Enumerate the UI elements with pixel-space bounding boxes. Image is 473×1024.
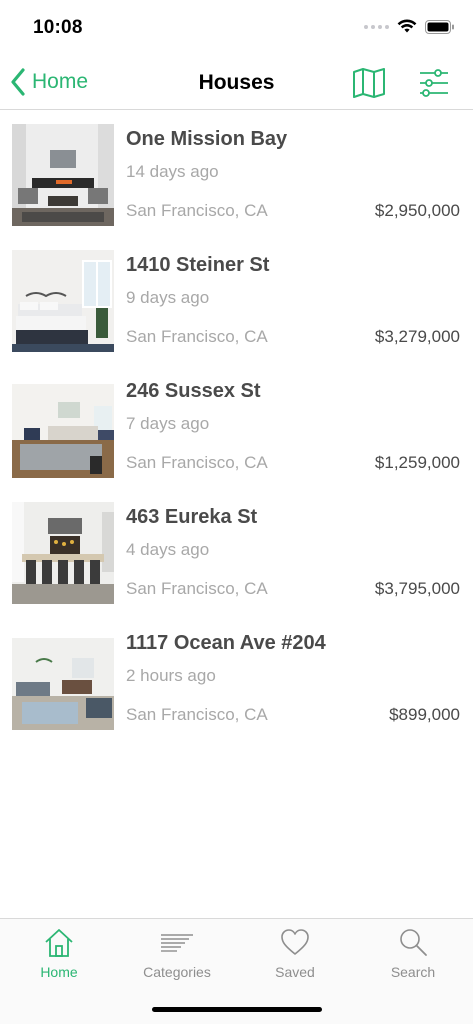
- listing-title: 1410 Steiner St: [126, 254, 270, 276]
- listing-city: San Francisco, CA: [126, 579, 268, 598]
- listing-price: $3,279,000: [374, 327, 460, 346]
- tab-saved[interactable]: Saved: [236, 919, 354, 999]
- listing-title: One Mission Bay: [126, 128, 288, 150]
- listing-photo: [12, 628, 114, 730]
- tab-label: Search: [390, 964, 436, 980]
- listing-title: 246 Sussex St: [126, 380, 261, 402]
- listing-item[interactable]: 246 Sussex St 7 days ago San Francisco, …: [0, 362, 473, 488]
- listing-item[interactable]: 1410 Steiner St 9 days ago San Francisco…: [0, 236, 473, 362]
- listing-photo: [12, 376, 114, 478]
- back-button-label: Home: [32, 70, 89, 93]
- status-time: 10:08: [33, 17, 83, 38]
- house-icon: [45, 929, 73, 957]
- battery-icon: [425, 19, 454, 34]
- listing-price: $2,950,000: [374, 201, 460, 220]
- tab-label: Saved: [275, 964, 315, 980]
- map-icon: [353, 68, 385, 98]
- listing-price: $899,000: [389, 705, 460, 724]
- listing-age: 9 days ago: [126, 288, 210, 307]
- listing-item[interactable]: One Mission Bay 14 days ago San Francisc…: [0, 110, 473, 236]
- listing-age: 4 days ago: [126, 540, 210, 559]
- tab-home[interactable]: Home: [0, 919, 118, 999]
- list-lines-icon: [161, 934, 193, 952]
- back-button[interactable]: Home: [10, 68, 88, 96]
- listing-age: 2 hours ago: [126, 666, 216, 685]
- listing-title: 463 Eureka St: [126, 506, 258, 528]
- listing-city: San Francisco, CA: [126, 705, 268, 724]
- listing-photo: [12, 250, 114, 352]
- listing-city: San Francisco, CA: [126, 201, 268, 220]
- listing-age: 14 days ago: [126, 162, 219, 181]
- status-icons: [364, 19, 455, 34]
- tab-search[interactable]: Search: [354, 919, 472, 999]
- listing-photo: [12, 124, 114, 226]
- map-view-button[interactable]: [352, 68, 386, 103]
- listing-item[interactable]: 463 Eureka St 4 days ago San Francisco, …: [0, 488, 473, 614]
- filter-button[interactable]: [418, 68, 450, 103]
- status-bar: 10:08: [0, 0, 473, 56]
- chevron-left-icon: [11, 68, 25, 96]
- sliders-icon: [420, 69, 448, 97]
- listing-city: San Francisco, CA: [126, 453, 268, 472]
- listing-title: 1117 Ocean Ave #204: [126, 632, 326, 654]
- listing-item[interactable]: 1117 Ocean Ave #204 2 hours ago San Fran…: [0, 614, 473, 740]
- tab-label: Categories: [143, 964, 211, 980]
- home-indicator: [152, 1007, 322, 1012]
- listing-price: $1,259,000: [374, 453, 460, 472]
- listing-price: $3,795,000: [374, 579, 460, 598]
- magnifier-icon: [400, 929, 427, 956]
- tab-label: Home: [40, 964, 78, 980]
- navigation-bar: Home Houses: [0, 56, 473, 110]
- heart-icon: [281, 929, 309, 955]
- wifi-icon: [397, 19, 417, 33]
- listing-age: 7 days ago: [126, 414, 210, 433]
- listing-city: San Francisco, CA: [126, 327, 268, 346]
- cellular-signal-icon: [364, 24, 389, 29]
- listing-photo: [12, 502, 114, 604]
- tab-categories[interactable]: Categories: [118, 919, 236, 999]
